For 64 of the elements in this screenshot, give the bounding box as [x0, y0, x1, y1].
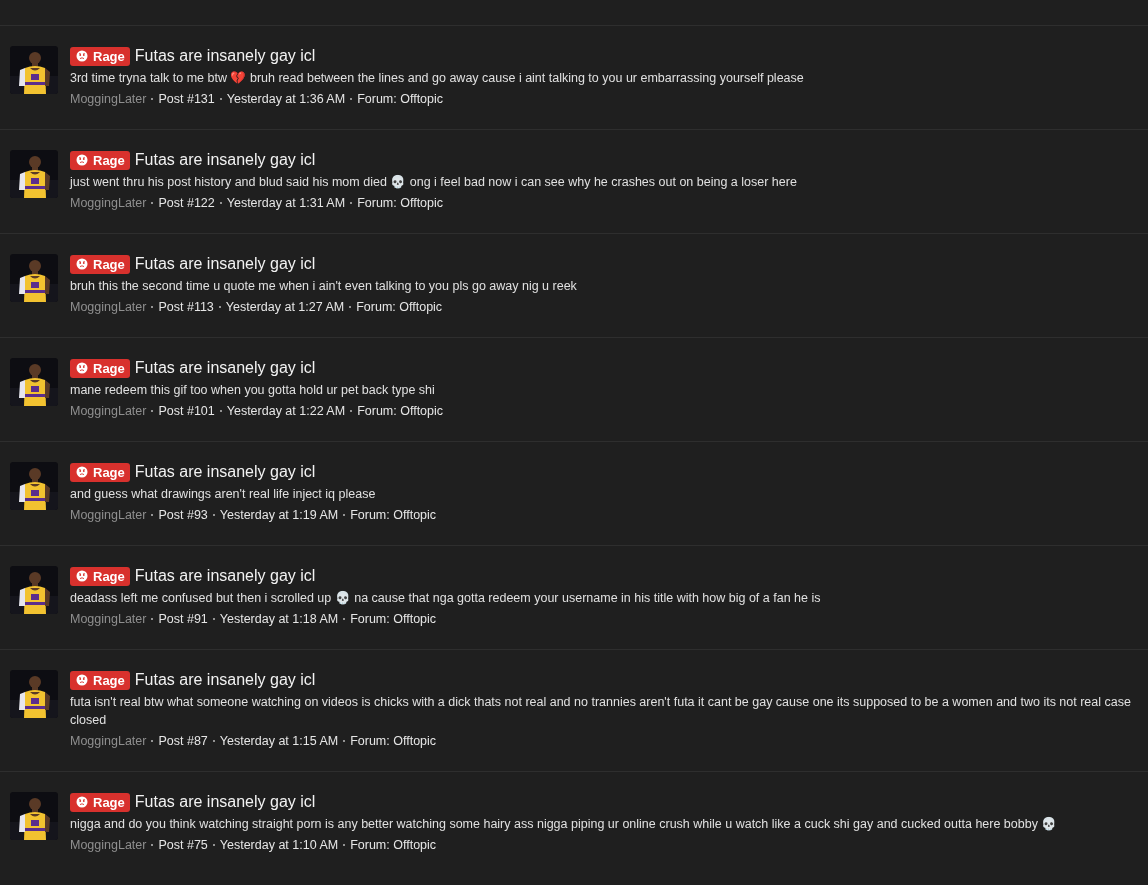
post-excerpt: just went thru his post history and blud said his mom died 💀 ong i feel bad now i can see why he crashes out on being a loser here — [70, 174, 798, 191]
post-excerpt: mane redeem this gif too when you gotta hold ur pet back type shi — [70, 382, 436, 399]
angry-face-icon — [76, 50, 88, 62]
post-number-link[interactable]: Post #113 — [158, 298, 214, 316]
forum-link[interactable]: Forum: Offtopic — [350, 506, 437, 524]
username-link[interactable]: MoggingLater — [70, 194, 147, 212]
post-time: Yesterday at 1:19 AM — [219, 507, 339, 524]
angry-face-icon — [76, 466, 88, 478]
username-link[interactable]: MoggingLater — [70, 90, 147, 108]
angry-face-icon — [76, 258, 88, 270]
post-excerpt: 3rd time tryna talk to me btw 💔 bruh read between the lines and go away cause i aint talking to you ur embarrassing yourself please — [70, 70, 805, 87]
forum-link[interactable]: Forum: Offtopic — [350, 836, 437, 854]
post-number-link[interactable]: Post #131 — [158, 90, 215, 108]
thread-title-link[interactable]: Futas are insanely gay icl — [134, 793, 316, 811]
thread-title-link[interactable]: Futas are insanely gay icl — [134, 359, 316, 377]
reaction-badge: Rage — [70, 46, 130, 66]
post-time: Yesterday at 1:18 AM — [219, 611, 339, 628]
thread-title-link[interactable]: Futas are insanely gay icl — [134, 47, 316, 65]
reaction-badge: Rage — [70, 792, 130, 812]
forum-link[interactable]: Forum: Offtopic — [357, 194, 444, 212]
post-time: Yesterday at 1:36 AM — [226, 91, 346, 108]
forum-link[interactable]: Forum: Offtopic — [357, 90, 444, 108]
reaction-badge: Rage — [70, 254, 130, 274]
post-excerpt: nigga and do you think watching straight porn is any better watching some hairy ass nigga piping ur online crush while u watch like a cuck shi gay and cucked outta here bobby 💀 — [70, 816, 1059, 833]
forum-link[interactable]: Forum: Offtopic — [350, 732, 437, 750]
username-link[interactable]: MoggingLater — [70, 732, 147, 750]
post-number-link[interactable]: Post #87 — [158, 732, 208, 750]
thread-title-link[interactable]: Futas are insanely gay icl — [134, 151, 316, 169]
thread-title-link[interactable]: Futas are insanely gay icl — [134, 463, 316, 481]
username-link[interactable]: MoggingLater — [70, 506, 147, 524]
post-time: Yesterday at 1:10 AM — [219, 837, 339, 854]
forum-link[interactable]: Forum: Offtopic — [357, 402, 444, 420]
username-link[interactable]: MoggingLater — [70, 836, 147, 854]
reaction-badge: Rage — [70, 566, 130, 586]
angry-face-icon — [76, 362, 88, 374]
post-time: Yesterday at 1:27 AM — [225, 299, 345, 316]
post-excerpt: and guess what drawings aren't real life inject iq please — [70, 486, 377, 503]
forum-link[interactable]: Forum: Offtopic — [350, 610, 437, 628]
thread-title-link[interactable]: Futas are insanely gay icl — [134, 255, 316, 273]
post-excerpt: bruh this the second time u quote me when i ain't even talking to you pls go away nig u reek — [70, 278, 578, 295]
thread-title-link[interactable]: Futas are insanely gay icl — [134, 567, 316, 585]
thread-title-link[interactable]: Futas are insanely gay icl — [134, 671, 316, 689]
forum-link[interactable]: Forum: Offtopic — [356, 298, 443, 316]
post-time: Yesterday at 1:31 AM — [226, 195, 346, 212]
angry-face-icon — [76, 674, 88, 686]
username-link[interactable]: MoggingLater — [70, 402, 147, 420]
username-link[interactable]: MoggingLater — [70, 298, 147, 316]
post-number-link[interactable]: Post #93 — [158, 506, 208, 524]
reaction-badge: Rage — [70, 462, 130, 482]
post-number-link[interactable]: Post #75 — [158, 836, 208, 854]
reaction-badge: Rage — [70, 670, 130, 690]
post-excerpt: futa isn't real btw what someone watching on videos is chicks with a dick thats not real and no trannies aren't futa it cant be gay cause one its supposed to be a women and two its not real case closed — [70, 694, 1132, 729]
angry-face-icon — [76, 796, 88, 808]
angry-face-icon — [76, 570, 88, 582]
username-link[interactable]: MoggingLater — [70, 610, 147, 628]
post-number-link[interactable]: Post #122 — [158, 194, 215, 212]
post-number-link[interactable]: Post #91 — [158, 610, 208, 628]
post-number-link[interactable]: Post #101 — [158, 402, 215, 420]
angry-face-icon — [76, 154, 88, 166]
reaction-badge: Rage — [70, 150, 130, 170]
post-excerpt: deadass left me confused but then i scrolled up 💀 na cause that nga gotta redeem your username in his title with how big of a fan he is — [70, 590, 822, 607]
post-time: Yesterday at 1:22 AM — [226, 403, 346, 420]
post-time: Yesterday at 1:15 AM — [219, 733, 339, 750]
reaction-badge: Rage — [70, 358, 130, 378]
